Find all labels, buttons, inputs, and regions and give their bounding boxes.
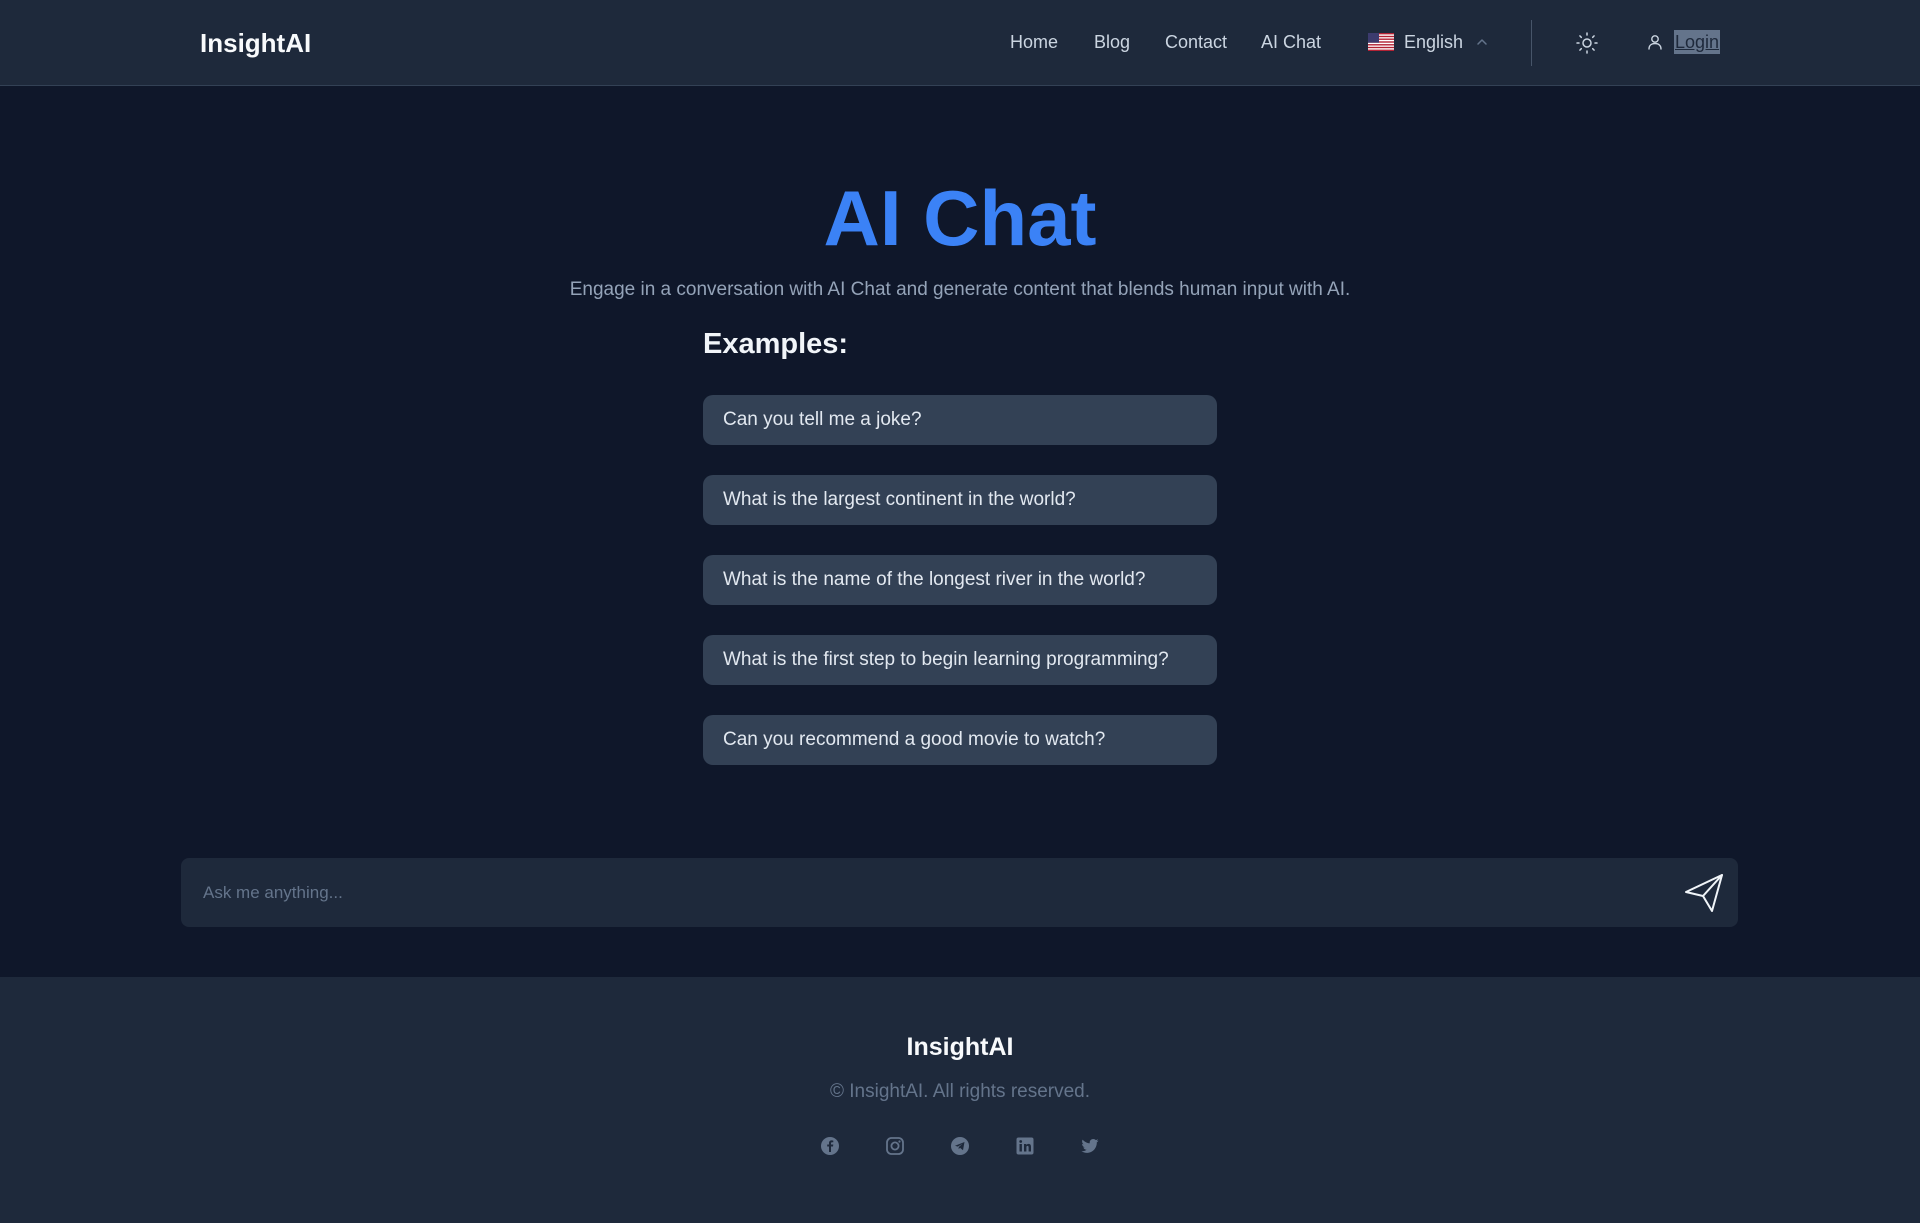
site-footer: InsightAI © InsightAI. All rights reserv… xyxy=(0,977,1920,1223)
us-flag-icon xyxy=(1368,33,1394,51)
language-label: English xyxy=(1404,31,1464,52)
examples-heading: Examples: xyxy=(703,328,849,360)
page-title: AI Chat xyxy=(823,174,1097,262)
example-prompt-button[interactable]: What is the first step to begin learning… xyxy=(703,635,1217,685)
example-prompt-button[interactable]: What is the name of the longest river in… xyxy=(703,555,1217,605)
footer-copyright: © InsightAI. All rights reserved. xyxy=(829,1081,1091,1102)
footer-brand: InsightAI xyxy=(906,1033,1014,1061)
chevron-up-icon xyxy=(1477,39,1487,45)
sun-icon[interactable] xyxy=(1575,31,1599,55)
login-label: Login xyxy=(1674,30,1721,54)
twitter-icon[interactable] xyxy=(1080,1136,1100,1156)
linkedin-icon[interactable] xyxy=(1015,1136,1035,1156)
chat-input[interactable] xyxy=(201,858,1651,927)
send-icon[interactable] xyxy=(1682,871,1726,915)
nav-home[interactable]: Home xyxy=(1010,32,1058,53)
nav-contact[interactable]: Contact xyxy=(1165,32,1227,53)
facebook-icon[interactable] xyxy=(820,1136,840,1156)
user-icon xyxy=(1648,35,1662,50)
instagram-icon[interactable] xyxy=(885,1136,905,1156)
example-prompt-button[interactable]: Can you tell me a joke? xyxy=(703,395,1217,445)
page-subtitle: Engage in a conversation with AI Chat an… xyxy=(569,279,1351,300)
header-divider xyxy=(1531,20,1532,66)
example-prompt-button[interactable]: Can you recommend a good movie to watch? xyxy=(703,715,1217,765)
chat-input-bar xyxy=(181,858,1738,927)
example-prompt-button[interactable]: What is the largest continent in the wor… xyxy=(703,475,1217,525)
telegram-icon[interactable] xyxy=(950,1136,970,1156)
site-header: InsightAI Home Blog Contact AI Chat Engl… xyxy=(0,0,1920,86)
language-selector[interactable]: English xyxy=(1368,30,1489,54)
login-button[interactable]: Login xyxy=(1646,30,1721,54)
nav-blog[interactable]: Blog xyxy=(1094,32,1130,53)
brand-logo[interactable]: InsightAI xyxy=(200,28,311,59)
nav-ai-chat[interactable]: AI Chat xyxy=(1261,32,1321,53)
social-links xyxy=(0,1136,1920,1156)
